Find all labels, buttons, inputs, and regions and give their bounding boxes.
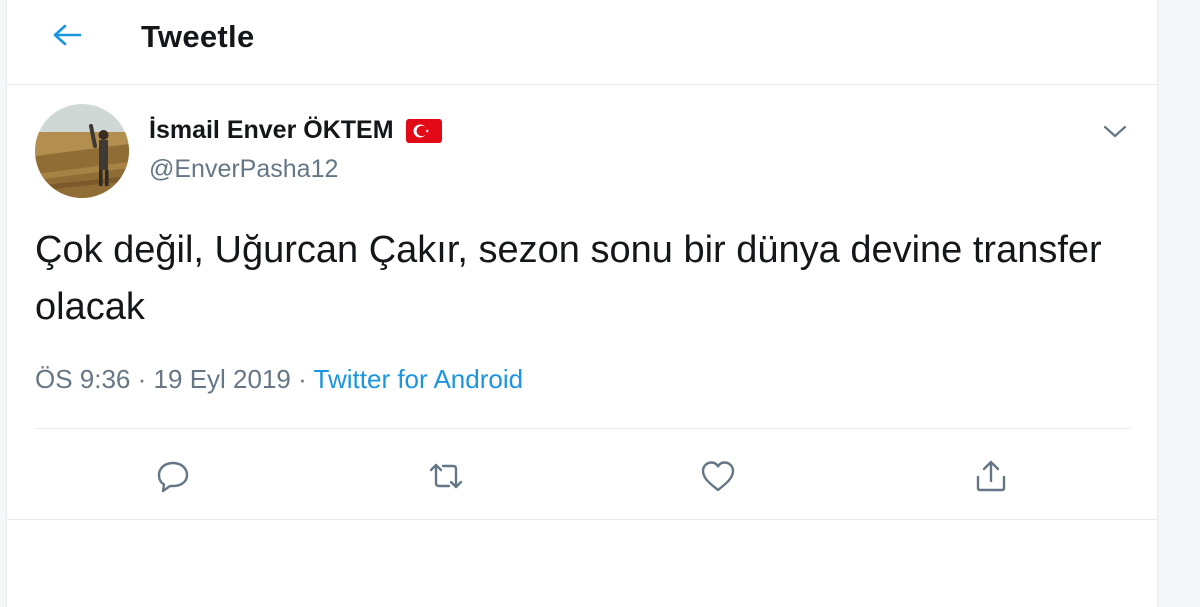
retweet-button[interactable]: [422, 454, 470, 498]
reply-button[interactable]: [149, 454, 197, 498]
tweet-date[interactable]: 19 Eyl 2019: [154, 364, 291, 394]
like-button[interactable]: [694, 454, 742, 498]
tweet-panel: Tweetle İsmail Enver ÖKTEM @EnverPasha12: [6, 0, 1158, 607]
tweet-meta: ÖS 9:36 · 19 Eyl 2019 · Twitter for Andr…: [35, 364, 523, 395]
share-button[interactable]: [967, 454, 1015, 498]
page-title: Tweetle: [141, 19, 255, 54]
page-header: Tweetle: [7, 0, 1157, 85]
meta-separator-2: ·: [298, 364, 307, 394]
tweet-text: Çok değil, Uğurcan Çakır, sezon sonu bir…: [35, 229, 1102, 328]
tweet-menu-button[interactable]: [1095, 115, 1135, 149]
back-button[interactable]: [47, 18, 87, 52]
arrow-left-icon: [53, 24, 82, 46]
author-display-name[interactable]: İsmail Enver ÖKTEM: [149, 116, 394, 145]
author-name-row: İsmail Enver ÖKTEM: [149, 116, 442, 145]
avatar-photo: [35, 104, 129, 198]
chevron-down-icon: [1103, 125, 1127, 138]
divider: [35, 428, 1131, 429]
turkey-flag-icon: [405, 118, 442, 143]
avatar[interactable]: [35, 104, 129, 198]
tweet-source-link[interactable]: Twitter for Android: [314, 364, 524, 394]
reply-icon: [157, 461, 189, 493]
author-handle[interactable]: @EnverPasha12: [149, 155, 338, 184]
share-icon: [976, 460, 1006, 492]
tweet-time[interactable]: ÖS 9:36: [35, 364, 130, 394]
divider-bottom: [7, 519, 1157, 520]
meta-separator: ·: [137, 364, 147, 394]
like-icon: [701, 461, 735, 492]
retweet-icon: [429, 463, 463, 489]
